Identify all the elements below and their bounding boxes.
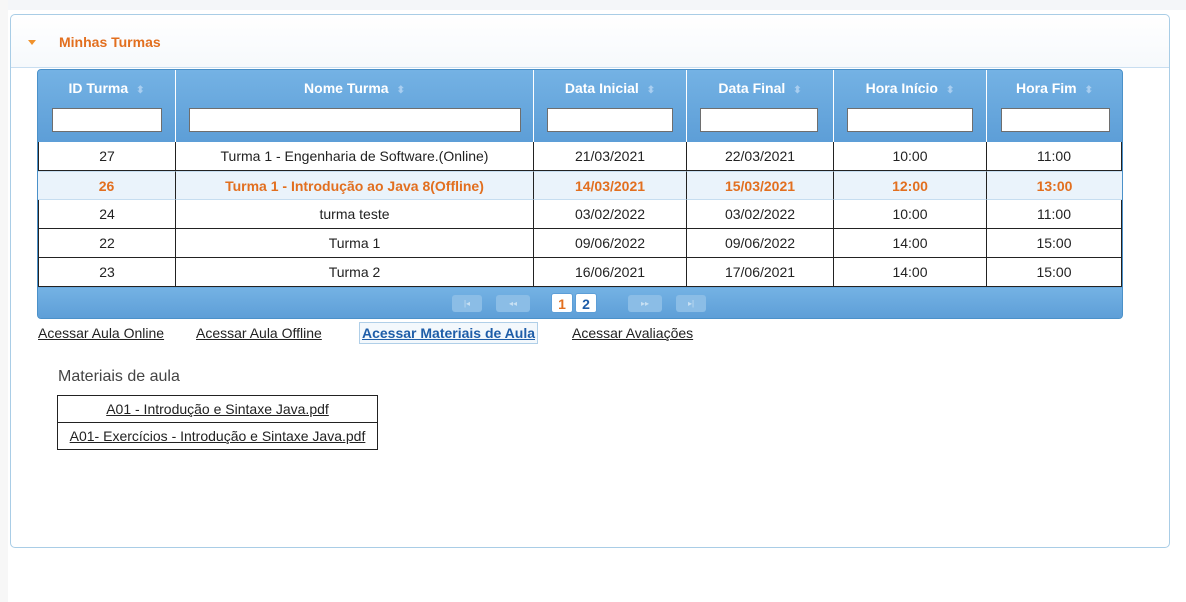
panel-title: Minhas Turmas [59,34,161,50]
table-row-selected[interactable]: 26 Turma 1 - Introdução ao Java 8(Offlin… [38,171,1122,200]
sort-icon[interactable]: ⬍ [136,85,144,96]
first-page-icon[interactable]: |◂ [452,295,482,312]
column-header-data-inicial[interactable]: Data Inicial ⬍ [534,70,687,142]
cell-nome: Turma 1 [176,229,534,258]
tab-acessar-avaliacoes[interactable]: Acessar Avaliações [572,323,693,343]
collapse-triangle-icon[interactable] [28,40,36,45]
materials-title: Materiais de aula [58,368,180,385]
last-page-icon[interactable]: ▸| [676,295,706,312]
sort-icon[interactable]: ⬍ [793,85,801,96]
filter-input-data-final[interactable] [700,108,818,132]
cell-hora-inicio: 14:00 [834,258,987,287]
cell-data-inicial: 14/03/2021 [534,171,687,200]
material-link[interactable]: A01 - Introdução e Sintaxe Java.pdf [58,396,377,423]
cell-data-inicial: 21/03/2021 [534,142,687,171]
filter-input-data-inicial[interactable] [547,108,673,132]
cell-data-final: 17/06/2021 [687,258,834,287]
turmas-table: ID Turma ⬍ Nome Turma ⬍ Data Inicial ⬍ Data… [37,69,1123,319]
cell-data-inicial: 09/06/2022 [534,229,687,258]
column-label: Data Final [718,80,786,96]
column-header-hora-fim[interactable]: Hora Fim ⬍ [987,70,1122,142]
cell-hora-inicio: 12:00 [834,171,987,200]
column-label: ID Turma [68,80,129,96]
cell-hora-fim: 13:00 [987,171,1122,200]
table-row[interactable]: 24 turma teste 03/02/2022 03/02/2022 10:… [38,200,1122,229]
cell-data-inicial: 16/06/2021 [534,258,687,287]
cell-hora-fim: 11:00 [987,200,1122,229]
cell-nome: Turma 2 [176,258,534,287]
cell-hora-inicio: 10:00 [834,142,987,171]
column-header-data-final[interactable]: Data Final ⬍ [687,70,834,142]
sort-icon[interactable]: ⬍ [647,85,655,96]
cell-hora-fim: 11:00 [987,142,1122,171]
cell-data-final: 15/03/2021 [687,171,834,200]
tab-acessar-aula-offline[interactable]: Acessar Aula Offline [196,323,322,343]
cell-hora-inicio: 10:00 [834,200,987,229]
cell-data-final: 03/02/2022 [687,200,834,229]
cell-data-final: 22/03/2021 [687,142,834,171]
tab-acessar-materiais-de-aula[interactable]: Acessar Materiais de Aula [359,322,539,344]
cell-id: 26 [38,171,176,200]
cell-hora-fim: 15:00 [987,258,1122,287]
cell-nome: turma teste [176,200,534,229]
cell-hora-inicio: 14:00 [834,229,987,258]
filter-input-hora-fim[interactable] [1001,108,1110,132]
next-page-icon[interactable]: ▸▸ [628,295,662,312]
material-link[interactable]: A01- Exercícios - Introdução e Sintaxe J… [58,423,377,449]
cell-hora-fim: 15:00 [987,229,1122,258]
column-header-nome[interactable]: Nome Turma ⬍ [176,70,534,142]
page-1-button[interactable]: 1 [551,293,573,313]
cell-data-inicial: 03/02/2022 [534,200,687,229]
panel-header[interactable]: Minhas Turmas [11,15,1169,68]
page-2-button[interactable]: 2 [575,293,597,313]
paginator: |◂ ◂◂ 1 2 ▸▸ ▸| [38,288,1122,318]
table-row[interactable]: 23 Turma 2 16/06/2021 17/06/2021 14:00 1… [38,258,1122,287]
cell-id: 23 [38,258,176,287]
filter-input-nome[interactable] [189,108,521,132]
column-label: Nome Turma [304,80,389,96]
column-label: Hora Fim [1015,80,1077,96]
column-header-hora-inicio[interactable]: Hora Início ⬍ [834,70,987,142]
filter-input-hora-inicio[interactable] [847,108,973,132]
previous-page-icon[interactable]: ◂◂ [496,295,530,312]
table-row[interactable]: 27 Turma 1 - Engenharia de Software.(Onl… [38,142,1122,171]
cell-data-final: 09/06/2022 [687,229,834,258]
filter-input-id[interactable] [52,108,162,132]
sort-icon[interactable]: ⬍ [946,85,954,96]
materials-table: A01 - Introdução e Sintaxe Java.pdf A01-… [57,395,378,450]
table-row[interactable]: 22 Turma 1 09/06/2022 09/06/2022 14:00 1… [38,229,1122,258]
tab-acessar-aula-online[interactable]: Acessar Aula Online [38,323,164,343]
sort-icon[interactable]: ⬍ [1085,85,1093,96]
cell-id: 24 [38,200,176,229]
cell-id: 22 [38,229,176,258]
column-label: Data Inicial [564,80,639,96]
cell-id: 27 [38,142,176,171]
column-header-id[interactable]: ID Turma ⬍ [38,70,176,142]
top-border [0,0,1186,10]
cell-nome: Turma 1 - Engenharia de Software.(Online… [176,142,534,171]
cell-nome: Turma 1 - Introdução ao Java 8(Offline) [176,171,534,200]
sort-icon[interactable]: ⬍ [397,85,405,96]
left-border [0,0,8,602]
column-label: Hora Início [865,80,938,96]
